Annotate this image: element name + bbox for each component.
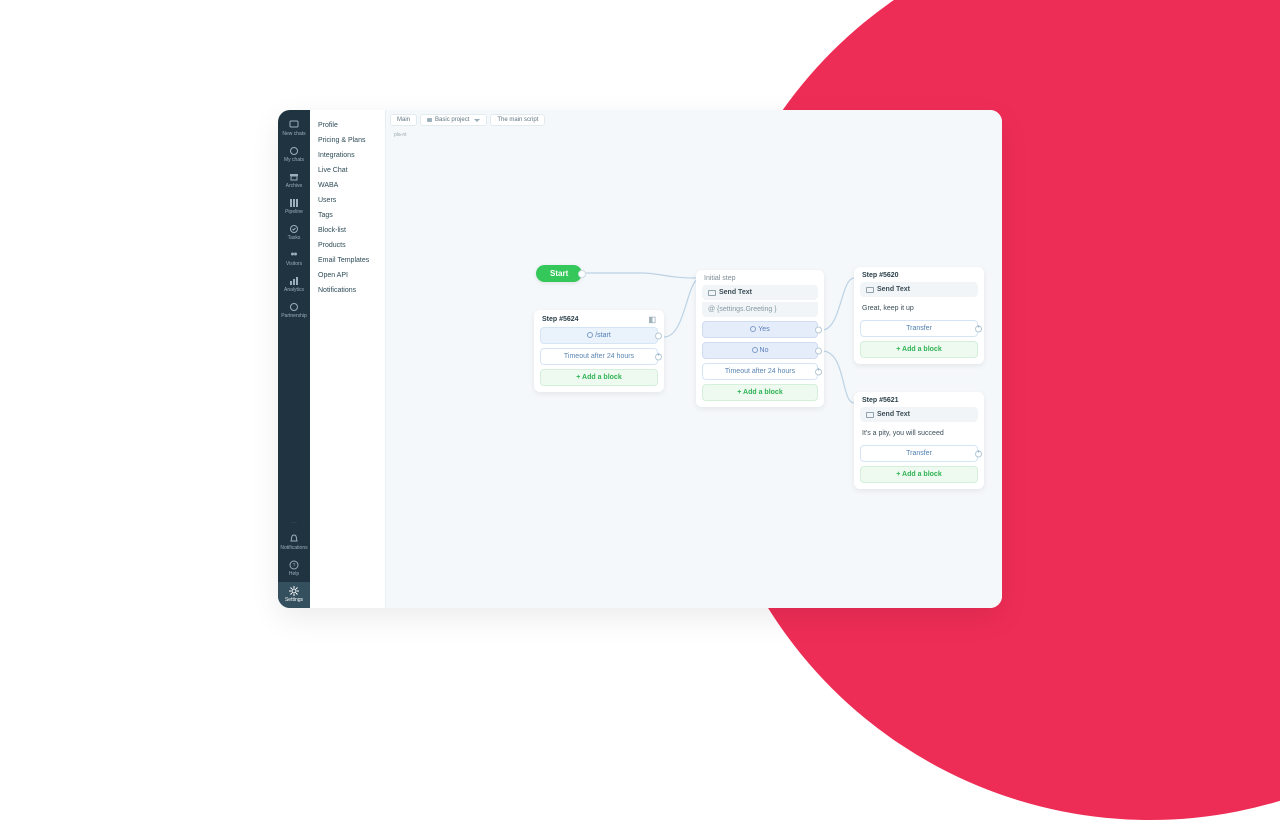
tasks-icon: [289, 224, 299, 234]
app-window: New chats My chats Archive Pipeline Task…: [278, 110, 1002, 608]
rail-help[interactable]: ? Help: [278, 556, 310, 582]
submenu-notifications[interactable]: Notifications: [310, 283, 385, 298]
partnership-icon: [289, 302, 299, 312]
submenu-pricing[interactable]: Pricing & Plans: [310, 133, 385, 148]
bookmark-icon[interactable]: ◧: [648, 315, 656, 324]
node-step-5624[interactable]: Step #5624 ◧ /start Timeout after 24 hou…: [534, 310, 664, 392]
message-icon: [866, 412, 874, 418]
chat-new-icon: [289, 120, 299, 130]
add-block-button[interactable]: + Add a block: [860, 466, 978, 483]
node-title: Initial step: [704, 275, 736, 282]
port[interactable]: [815, 326, 822, 333]
block-send-text[interactable]: Send Text: [860, 282, 978, 297]
rail-settings[interactable]: Settings: [278, 582, 310, 608]
chevron-down-icon: [474, 119, 480, 122]
option-yes[interactable]: Yes: [702, 321, 818, 338]
rail-new-chats[interactable]: New chats: [278, 116, 310, 142]
folder-icon: [427, 118, 432, 122]
node-initial-step[interactable]: Initial step Send Text @ {settings.Greet…: [696, 270, 824, 407]
submenu-profile[interactable]: Profile: [310, 118, 385, 133]
add-block-button[interactable]: + Add a block: [860, 341, 978, 358]
rail-more[interactable]: ···: [291, 516, 297, 530]
node-step-5621[interactable]: Step #5621 Send Text It's a pity, you wi…: [854, 392, 984, 489]
rail-my-chats[interactable]: My chats: [278, 142, 310, 168]
rail-analytics[interactable]: Analytics: [278, 272, 310, 298]
bulb-icon: [750, 326, 756, 332]
port-plus[interactable]: [975, 325, 982, 332]
analytics-icon: [289, 276, 299, 286]
message-icon: [866, 287, 874, 293]
icon-rail: New chats My chats Archive Pipeline Task…: [278, 110, 310, 608]
option-no[interactable]: No: [702, 342, 818, 359]
block-timeout[interactable]: Timeout after 24 hours: [702, 363, 818, 380]
flow-canvas[interactable]: Main Basic project The main script pla-n…: [386, 110, 1002, 608]
submenu-products[interactable]: Products: [310, 238, 385, 253]
node-step-5620[interactable]: Step #5620 Send Text Great, keep it up T…: [854, 267, 984, 364]
node-title: Step #5620: [862, 272, 899, 279]
bulb-icon: [587, 332, 593, 338]
archive-icon: [289, 172, 299, 182]
bulb-icon: [752, 347, 758, 353]
message-icon: [708, 290, 716, 296]
rail-archive[interactable]: Archive: [278, 168, 310, 194]
submenu-emailtemplates[interactable]: Email Templates: [310, 253, 385, 268]
block-start-command[interactable]: /start: [540, 327, 658, 344]
node-title: Step #5621: [862, 397, 899, 404]
block-send-body: @ {settings.Greeting }: [702, 302, 818, 317]
submenu-tags[interactable]: Tags: [310, 208, 385, 223]
submenu-users[interactable]: Users: [310, 193, 385, 208]
rail-tasks[interactable]: Tasks: [278, 220, 310, 246]
rail-visitors[interactable]: Visitors: [278, 246, 310, 272]
port[interactable]: [815, 347, 822, 354]
block-send-body: Great, keep it up: [860, 301, 978, 316]
chat-icon: [289, 146, 299, 156]
pipeline-icon: [289, 198, 299, 208]
port-start[interactable]: [578, 270, 586, 278]
submenu-blocklist[interactable]: Block-list: [310, 223, 385, 238]
crumb-main[interactable]: Main: [390, 114, 417, 126]
crumb-script[interactable]: The main script: [490, 114, 545, 126]
block-transfer[interactable]: Transfer: [860, 320, 978, 337]
block-timeout[interactable]: Timeout after 24 hours: [540, 348, 658, 365]
submenu-integrations[interactable]: Integrations: [310, 148, 385, 163]
block-send-text[interactable]: Send Text: [860, 407, 978, 422]
breadcrumb: Main Basic project The main script: [390, 114, 545, 126]
port[interactable]: [655, 332, 662, 339]
crumb-project[interactable]: Basic project: [420, 114, 487, 126]
rail-notifications[interactable]: Notifications: [278, 530, 310, 556]
bell-icon: [289, 534, 299, 544]
block-send-body: It's a pity, you will succeed: [860, 426, 978, 441]
submenu-waba[interactable]: WABA: [310, 178, 385, 193]
add-block-button[interactable]: + Add a block: [702, 384, 818, 401]
node-start[interactable]: Start: [536, 265, 582, 282]
block-send-text[interactable]: Send Text: [702, 285, 818, 300]
block-transfer[interactable]: Transfer: [860, 445, 978, 462]
port-plus[interactable]: [975, 450, 982, 457]
settings-submenu: Profile Pricing & Plans Integrations Liv…: [310, 110, 386, 608]
rail-pipeline[interactable]: Pipeline: [278, 194, 310, 220]
submenu-livechat[interactable]: Live Chat: [310, 163, 385, 178]
rail-partnership[interactable]: Partnership: [278, 298, 310, 324]
port-plus[interactable]: [815, 368, 822, 375]
help-icon: ?: [289, 560, 299, 570]
node-title: Step #5624: [542, 316, 579, 323]
visitors-icon: [289, 250, 299, 260]
add-block-button[interactable]: + Add a block: [540, 369, 658, 386]
gear-icon: [289, 586, 299, 596]
submenu-openapi[interactable]: Open API: [310, 268, 385, 283]
svg-text:?: ?: [293, 563, 296, 569]
port-plus[interactable]: [655, 353, 662, 360]
canvas-note: pla-nt: [394, 132, 407, 138]
